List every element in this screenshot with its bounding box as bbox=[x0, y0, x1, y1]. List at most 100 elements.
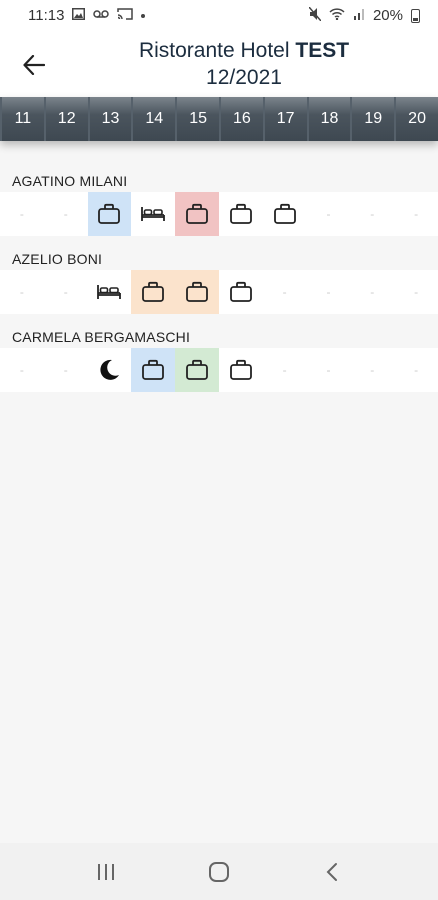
image-icon bbox=[72, 8, 86, 23]
status-bar: 11:13 20% bbox=[0, 0, 438, 31]
bed-icon bbox=[140, 205, 166, 223]
staff-row: AZELIO BONI - - - - - - bbox=[0, 248, 438, 314]
empty-dash: - bbox=[414, 285, 419, 299]
schedule-cell-day-15[interactable] bbox=[175, 192, 219, 236]
empty-dash: - bbox=[19, 207, 24, 221]
schedule-cell-day-14[interactable] bbox=[131, 348, 176, 392]
briefcase-icon bbox=[229, 281, 253, 303]
schedule-cell-day-16[interactable] bbox=[219, 348, 263, 392]
schedule-cell-day-15[interactable] bbox=[175, 348, 219, 392]
signal-icon bbox=[353, 8, 365, 23]
arrow-left-icon[interactable] bbox=[18, 49, 50, 81]
title-period: 12/2021 bbox=[206, 66, 282, 89]
staff-row: CARMELA BERGAMASCHI - - - - - - bbox=[0, 326, 438, 392]
schedule-cell-day-12[interactable]: - bbox=[44, 348, 88, 392]
schedule-cell-day-17[interactable] bbox=[263, 192, 307, 236]
schedule-cell-day-12[interactable]: - bbox=[44, 192, 88, 236]
staff-name: AZELIO BONI bbox=[12, 251, 103, 267]
day-14[interactable]: 14 bbox=[133, 97, 176, 141]
schedule-cell-day-13[interactable] bbox=[87, 192, 132, 236]
day-16[interactable]: 16 bbox=[220, 97, 263, 141]
page-title: Ristorante Hotel TEST 12/2021 bbox=[60, 37, 428, 91]
recent-apps-icon[interactable] bbox=[86, 852, 126, 892]
schedule-cell-day-18[interactable]: - bbox=[307, 348, 351, 392]
mute-icon bbox=[308, 6, 322, 24]
briefcase-icon bbox=[141, 281, 165, 303]
empty-dash: - bbox=[63, 207, 68, 221]
day-12[interactable]: 12 bbox=[45, 97, 88, 141]
schedule-cell-day-13[interactable] bbox=[88, 270, 132, 314]
empty-dash: - bbox=[282, 363, 287, 377]
schedule-cell-day-18[interactable]: - bbox=[307, 270, 351, 314]
day-13[interactable]: 13 bbox=[89, 97, 132, 141]
empty-dash: - bbox=[19, 363, 24, 377]
back-icon[interactable] bbox=[312, 852, 352, 892]
wifi-icon bbox=[329, 8, 345, 23]
empty-dash: - bbox=[370, 207, 375, 221]
schedule-cell-day-17[interactable]: - bbox=[263, 270, 307, 314]
app-header: Ristorante Hotel TEST 12/2021 bbox=[0, 31, 438, 97]
empty-dash: - bbox=[326, 363, 331, 377]
briefcase-icon bbox=[229, 203, 253, 225]
schedule-cell-day-11[interactable]: - bbox=[0, 192, 44, 236]
staff-name: AGATINO MILANI bbox=[12, 173, 128, 189]
schedule-cell-day-18[interactable]: - bbox=[307, 192, 351, 236]
voicemail-icon bbox=[93, 8, 110, 23]
schedule-cell-day-15[interactable] bbox=[175, 270, 219, 314]
schedule-cells: ------ bbox=[0, 348, 438, 392]
schedule-cell-day-20[interactable]: - bbox=[394, 270, 438, 314]
briefcase-icon bbox=[273, 203, 297, 225]
schedule-cell-day-17[interactable]: - bbox=[263, 348, 307, 392]
briefcase-icon bbox=[97, 203, 121, 225]
schedule-cell-day-20[interactable]: - bbox=[394, 348, 438, 392]
schedule-cell-day-13[interactable] bbox=[88, 348, 132, 392]
day-strip: 11 12 13 14 15 16 17 18 19 20 bbox=[0, 97, 438, 141]
home-icon[interactable] bbox=[199, 852, 239, 892]
empty-dash: - bbox=[63, 363, 68, 377]
day-17[interactable]: 17 bbox=[264, 97, 307, 141]
system-nav-bar bbox=[0, 843, 438, 900]
moon-icon bbox=[97, 358, 121, 382]
day-15[interactable]: 15 bbox=[177, 97, 219, 141]
schedule-cell-day-12[interactable]: - bbox=[44, 270, 88, 314]
battery-icon bbox=[411, 8, 420, 23]
schedule-cell-day-16[interactable] bbox=[219, 270, 263, 314]
schedule-cell-day-14[interactable] bbox=[131, 192, 175, 236]
cast-icon bbox=[117, 8, 134, 23]
title-hotel: Ristorante Hotel bbox=[138, 39, 290, 62]
staff-row: AGATINO MILANI - - - - - bbox=[0, 170, 438, 236]
day-11[interactable]: 11 bbox=[2, 97, 44, 141]
schedule-cell-day-11[interactable]: - bbox=[0, 348, 44, 392]
title-line: Ristorante Hotel TEST bbox=[60, 37, 428, 64]
status-right: 20% bbox=[308, 6, 420, 24]
empty-dash: - bbox=[63, 285, 68, 299]
empty-dash: - bbox=[19, 285, 24, 299]
empty-dash: - bbox=[326, 207, 331, 221]
schedule-cell-day-20[interactable]: - bbox=[394, 192, 438, 236]
status-left: 11:13 bbox=[28, 7, 146, 24]
day-19[interactable]: 19 bbox=[352, 97, 395, 141]
empty-dash: - bbox=[370, 363, 375, 377]
title-test: TEST bbox=[295, 39, 350, 62]
schedule-cell-day-11[interactable]: - bbox=[0, 270, 44, 314]
dot-icon bbox=[141, 13, 146, 18]
status-time: 11:13 bbox=[28, 7, 65, 24]
day-18[interactable]: 18 bbox=[308, 97, 351, 141]
empty-dash: - bbox=[282, 285, 287, 299]
staff-name: CARMELA BERGAMASCHI bbox=[12, 329, 191, 345]
schedule-cell-day-14[interactable] bbox=[131, 270, 176, 314]
briefcase-icon bbox=[141, 359, 165, 381]
schedule-cell-day-19[interactable]: - bbox=[350, 270, 394, 314]
empty-dash: - bbox=[414, 363, 419, 377]
schedule-cell-day-16[interactable] bbox=[219, 192, 263, 236]
briefcase-icon bbox=[229, 359, 253, 381]
bed-icon bbox=[96, 283, 122, 301]
empty-dash: - bbox=[414, 207, 419, 221]
day-20[interactable]: 20 bbox=[396, 97, 438, 141]
schedule-cell-day-19[interactable]: - bbox=[350, 348, 394, 392]
empty-dash: - bbox=[370, 285, 375, 299]
briefcase-icon bbox=[185, 281, 209, 303]
battery-percent: 20% bbox=[372, 7, 403, 24]
schedule-cell-day-19[interactable]: - bbox=[350, 192, 394, 236]
empty-dash: - bbox=[326, 285, 331, 299]
